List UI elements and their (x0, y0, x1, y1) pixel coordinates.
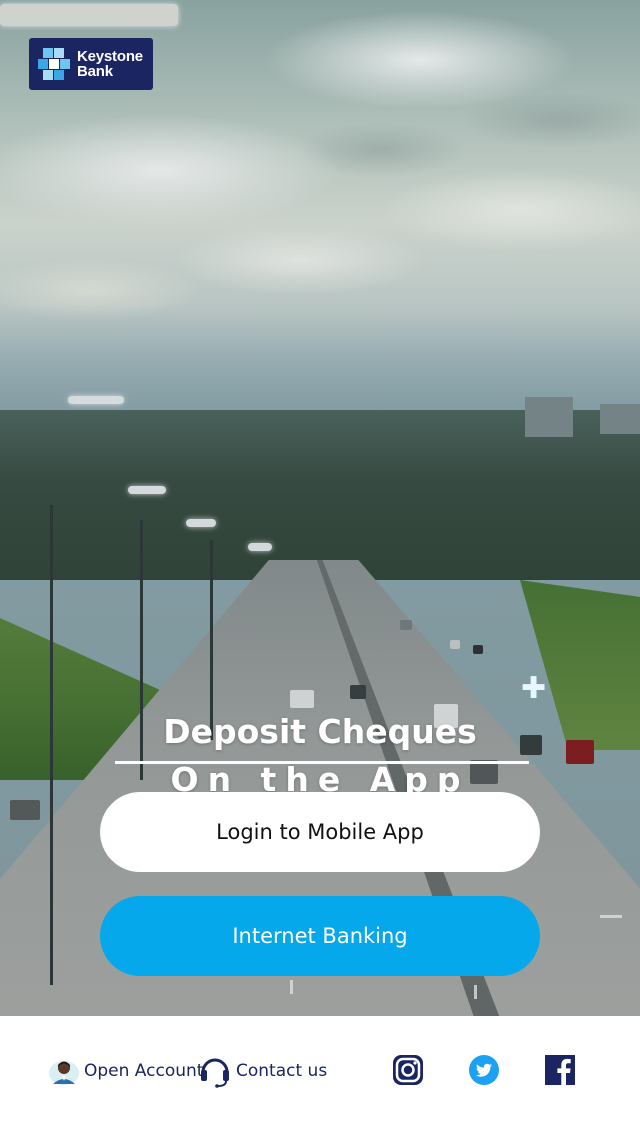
contact-us-link[interactable]: Contact us (198, 1054, 327, 1088)
person-avatar-icon (49, 1061, 79, 1085)
login-screen: Keystone Bank ✚ Deposit Cheques On the A… (0, 0, 640, 1136)
logo-name-line1: Keystone (77, 48, 143, 65)
internet-banking-button[interactable]: Internet Banking (100, 896, 540, 976)
logo-name-line2: Bank (77, 63, 113, 80)
promo-subheadline: On the App (170, 760, 470, 794)
contact-us-label: Contact us (236, 1061, 328, 1081)
twitter-icon[interactable] (468, 1054, 500, 1086)
keystone-bank-logo-text: Keystone Bank (77, 49, 143, 79)
keystone-bank-logo: Keystone Bank (29, 38, 153, 90)
headset-icon (201, 1058, 229, 1088)
open-account-label: Open Account (84, 1061, 204, 1081)
facebook-icon[interactable] (544, 1054, 576, 1086)
sparkle-icon: ✚ (521, 671, 547, 706)
instagram-icon[interactable] (392, 1054, 424, 1086)
footer-bar: Open Account Contact us (0, 1016, 640, 1136)
login-mobile-app-button[interactable]: Login to Mobile App (100, 792, 540, 872)
open-account-link[interactable]: Open Account (48, 1054, 203, 1088)
promo-headline: Deposit Cheques (163, 712, 477, 751)
keystone-bank-logo-icon (38, 48, 70, 80)
